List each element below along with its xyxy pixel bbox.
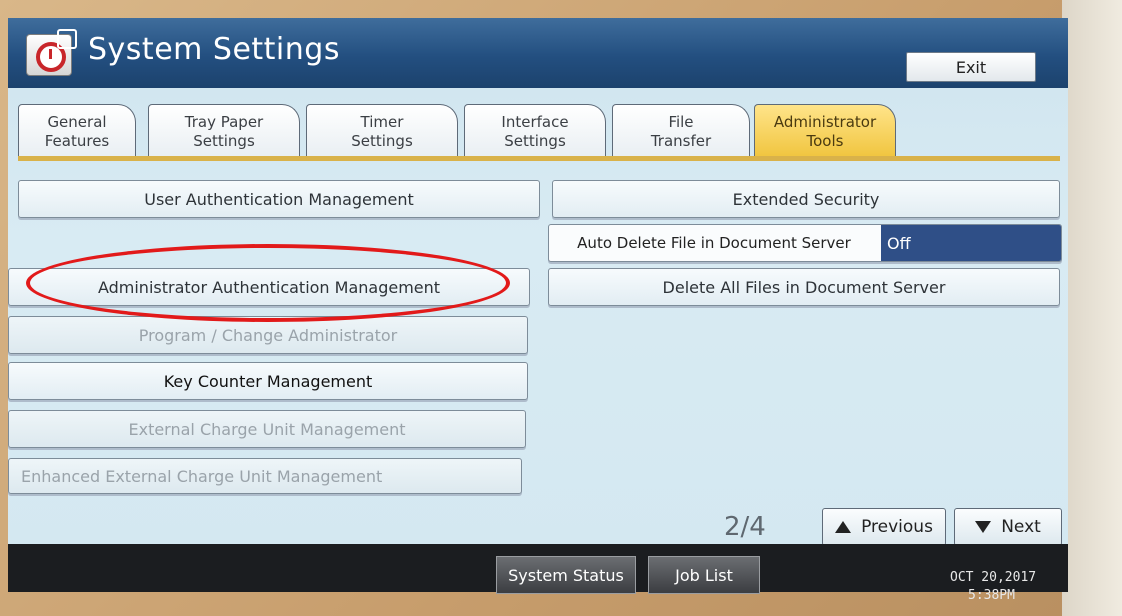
previous-button[interactable]: Previous <box>822 508 946 546</box>
tab-label-line2: Transfer <box>650 132 712 150</box>
touch-screen: System Settings Exit General Features Tr… <box>8 18 1068 570</box>
tab-label-line1: Interface <box>501 113 569 131</box>
tab-underline <box>18 156 1060 161</box>
tab-label-line2: Settings <box>193 132 255 150</box>
system-status-button[interactable]: System Status <box>496 556 636 594</box>
down-arrow-icon <box>975 521 992 533</box>
tab-label-line2: Settings <box>351 132 413 150</box>
previous-label: Previous <box>861 517 933 537</box>
user-authentication-management-button[interactable]: User Authentication Management <box>18 180 540 218</box>
settings-tabs: General Features Tray Paper Settings Tim… <box>8 88 1068 166</box>
tab-interface-settings[interactable]: Interface Settings <box>464 104 606 159</box>
page-indicator: 2∕4 <box>724 512 766 542</box>
device-bezel-right <box>1062 0 1122 616</box>
delete-all-files-button[interactable]: Delete All Files in Document Server <box>548 268 1060 306</box>
tab-label-line1: Administrator <box>773 113 877 131</box>
tab-general-features[interactable]: General Features <box>18 104 136 159</box>
auto-delete-file-setting[interactable]: Auto Delete File in Document Server Off <box>548 224 1062 262</box>
administrator-authentication-management-button[interactable]: Administrator Authentication Management <box>8 268 530 306</box>
title-bar: System Settings Exit <box>8 18 1068 88</box>
next-label: Next <box>1001 517 1041 537</box>
page-title: System Settings <box>88 32 340 67</box>
extended-security-button[interactable]: Extended Security <box>552 180 1060 218</box>
system-settings-icon <box>26 29 77 76</box>
tab-tray-paper-settings[interactable]: Tray Paper Settings <box>148 104 300 159</box>
auto-delete-label: Auto Delete File in Document Server <box>577 234 851 252</box>
enhanced-external-charge-unit-management-button[interactable]: Enhanced External Charge Unit Management <box>8 458 522 494</box>
exit-button[interactable]: Exit <box>906 52 1036 82</box>
tab-label-line1: Timer <box>360 113 404 131</box>
external-charge-unit-management-button[interactable]: External Charge Unit Management <box>8 410 526 448</box>
tab-label-line1: Tray Paper <box>184 113 264 131</box>
key-counter-management-button[interactable]: Key Counter Management <box>8 362 528 400</box>
tab-label-line1: File <box>668 113 694 131</box>
job-list-button[interactable]: Job List <box>648 556 760 594</box>
program-change-administrator-button[interactable]: Program / Change Administrator <box>8 316 528 354</box>
tab-administrator-tools[interactable]: Administrator Tools <box>754 104 896 159</box>
tab-label-line2: Features <box>44 132 110 150</box>
time-display: 5:38PM <box>968 588 1015 603</box>
tab-file-transfer[interactable]: File Transfer <box>612 104 750 159</box>
next-button[interactable]: Next <box>954 508 1062 546</box>
tab-label-line2: Settings <box>504 132 566 150</box>
tab-label-line1: General <box>47 113 107 131</box>
up-arrow-icon <box>835 521 852 533</box>
tab-label-line2: Tools <box>806 132 844 150</box>
auto-delete-value: Off <box>881 225 1061 261</box>
date-display: OCT 20,2017 <box>950 570 1037 585</box>
tab-timer-settings[interactable]: Timer Settings <box>306 104 458 159</box>
